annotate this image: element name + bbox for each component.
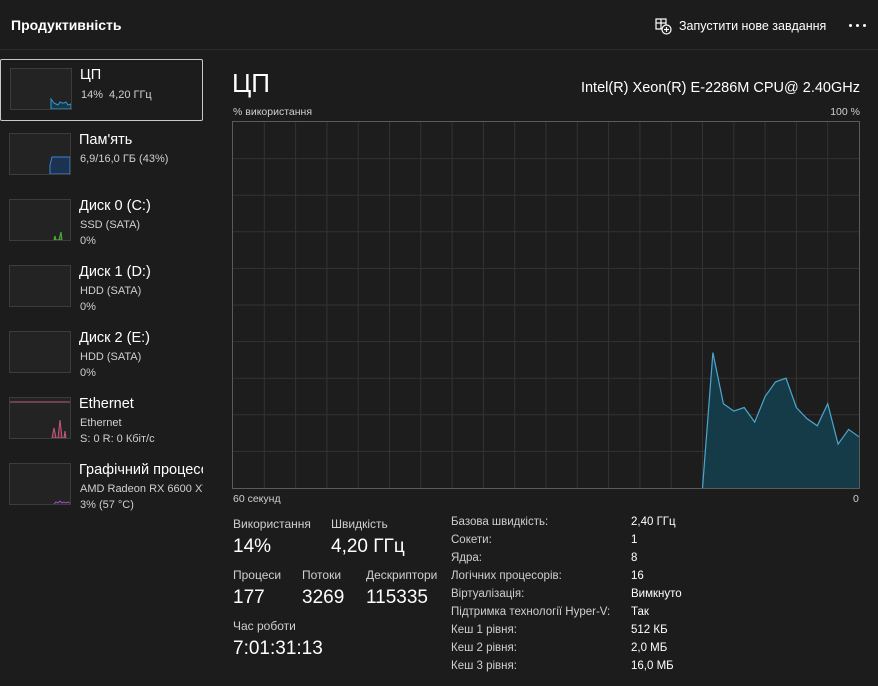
utilization-value: 14%	[233, 536, 272, 557]
disk-0-thumbnail-graph	[53, 231, 63, 240]
utilization-label: Використання	[233, 517, 311, 531]
sidebar-item-label: ЦП	[80, 67, 102, 83]
top-bar: Продуктивність Запустити нове завдання	[0, 0, 878, 50]
cpu-usage-area	[702, 352, 859, 488]
uptime-value: 7:01:31:13	[233, 638, 323, 659]
min-axis-label: 0	[853, 493, 859, 505]
info-row: Підтримка технології Hyper-V: Так	[451, 606, 751, 624]
info-row: Кеш 1 рівня: 512 КБ	[451, 624, 751, 642]
more-options-icon[interactable]	[848, 22, 868, 30]
time-axis-label: 60 секунд	[233, 493, 281, 505]
speed-label: Швидкість	[331, 517, 388, 531]
info-row: Базова швидкість: 2,40 ГГц	[451, 516, 751, 534]
sidebar-item-gpu[interactable]: Графічний процесор 0 AMD Radeon RX 6600 …	[0, 455, 203, 517]
new-task-icon	[655, 17, 672, 35]
disk-0-type: SSD (SATA)	[80, 219, 141, 231]
info-row: Сокети: 1	[451, 534, 751, 552]
cpu-thumbnail-graph	[50, 97, 71, 109]
memory-thumbnail-graph	[49, 156, 70, 174]
info-row: Віртуалізація: Вимкнуто	[451, 588, 751, 606]
processes-label: Процеси	[233, 568, 282, 582]
info-value: 16,0 МБ	[631, 660, 674, 672]
info-row: Ядра: 8	[451, 552, 751, 570]
processes-value: 177	[233, 587, 265, 608]
info-value: 2,40 ГГц	[631, 516, 676, 528]
gpu-model: AMD Radeon RX 6600 XT	[80, 483, 203, 495]
new-task-button[interactable]: Запустити нове завдання	[655, 15, 826, 37]
sidebar-item-disk-1[interactable]: Диск 1 (D:) HDD (SATA) 0%	[0, 257, 203, 319]
info-key: Кеш 2 рівня:	[451, 642, 517, 654]
cpu-graph	[232, 121, 860, 489]
new-task-label: Запустити нове завдання	[679, 19, 827, 33]
page-title: ЦП	[232, 68, 270, 98]
info-key: Кеш 1 рівня:	[451, 624, 517, 636]
info-value: 2,0 МБ	[631, 642, 668, 654]
gpu-thumbnail	[9, 463, 71, 505]
cpu-thumbnail	[10, 68, 72, 110]
sidebar-item-label: Ethernet	[79, 396, 134, 412]
info-row: Кеш 2 рівня: 2,0 МБ	[451, 642, 751, 660]
ethernet-throughput: S: 0 R: 0 Кбіт/с	[80, 433, 155, 445]
cpu-summary: 14% 4,20 ГГц	[81, 89, 152, 101]
disk-1-type: HDD (SATA)	[80, 285, 142, 297]
disk-2-thumbnail	[9, 331, 71, 373]
info-key: Віртуалізація:	[451, 588, 525, 600]
sidebar-item-cpu[interactable]: ЦП 14% 4,20 ГГц	[0, 59, 203, 121]
ethernet-thumbnail-graph	[10, 401, 70, 438]
gpu-thumbnail-graph	[53, 500, 70, 504]
disk-2-usage: 0%	[80, 367, 96, 379]
disk-2-type: HDD (SATA)	[80, 351, 142, 363]
info-key: Кеш 3 рівня:	[451, 660, 517, 672]
info-key: Ядра:	[451, 552, 483, 564]
disk-0-usage: 0%	[80, 235, 96, 247]
info-value: Так	[631, 606, 649, 618]
info-value: 8	[631, 552, 638, 564]
sidebar-item-label: Диск 2 (E:)	[79, 330, 150, 346]
cpu-speed-value: 4,20 ГГц	[109, 89, 152, 101]
sidebar-item-label: Диск 1 (D:)	[79, 264, 151, 280]
gpu-usage: 3% (57 °C)	[80, 499, 134, 511]
sidebar-item-disk-0[interactable]: Диск 0 (C:) SSD (SATA) 0%	[0, 191, 203, 253]
disk-1-usage: 0%	[80, 301, 96, 313]
sidebar-item-label: Пам'ять	[79, 132, 133, 148]
threads-label: Потоки	[302, 568, 342, 582]
ethernet-thumbnail	[9, 397, 71, 439]
info-key: Сокети:	[451, 534, 492, 546]
info-value: 1	[631, 534, 638, 546]
cpu-usage-value: 14%	[81, 89, 104, 101]
utilization-axis-label: % використання	[233, 106, 313, 118]
cpu-model: Intel(R) Xeon(R) E-2286M CPU@ 2.40GHz	[580, 80, 860, 96]
info-value: Вимкнуто	[631, 588, 682, 600]
threads-value: 3269	[302, 587, 345, 608]
speed-value: 4,20 ГГц	[331, 536, 405, 557]
sidebar-item-memory[interactable]: Пам'ять 6,9/16,0 ГБ (43%)	[0, 125, 203, 187]
disk-0-thumbnail	[9, 199, 71, 241]
memory-thumbnail	[9, 133, 71, 175]
section-title: Продуктивність	[11, 17, 122, 33]
sidebar-item-ethernet[interactable]: Ethernet Ethernet S: 0 R: 0 Кбіт/с	[0, 389, 203, 451]
info-key: Базова швидкість:	[451, 516, 549, 528]
info-row: Кеш 3 рівня: 16,0 МБ	[451, 660, 751, 678]
sidebar-item-label: Диск 0 (C:)	[79, 198, 151, 214]
handles-value: 115335	[366, 587, 428, 608]
sidebar: ЦП 14% 4,20 ГГц Пам'ять 6,9/16,0 ГБ (43%)…	[0, 51, 215, 686]
ethernet-adapter: Ethernet	[80, 417, 122, 429]
max-axis-label: 100 %	[830, 106, 860, 118]
info-key: Логічних процесорів:	[451, 570, 562, 582]
handles-label: Дескриптори	[366, 568, 438, 582]
info-key: Підтримка технології Hyper-V:	[451, 606, 611, 618]
memory-usage-value: 6,9/16,0 ГБ (43%)	[80, 153, 169, 165]
sidebar-item-label: Графічний процесор 0	[79, 462, 203, 478]
info-row: Логічних процесорів: 16	[451, 570, 751, 588]
info-value: 512 КБ	[631, 624, 668, 636]
cpu-graph-plot	[233, 122, 859, 488]
sidebar-item-disk-2[interactable]: Диск 2 (E:) HDD (SATA) 0%	[0, 323, 203, 385]
info-value: 16	[631, 570, 644, 582]
disk-1-thumbnail	[9, 265, 71, 307]
uptime-label: Час роботи	[233, 619, 296, 633]
